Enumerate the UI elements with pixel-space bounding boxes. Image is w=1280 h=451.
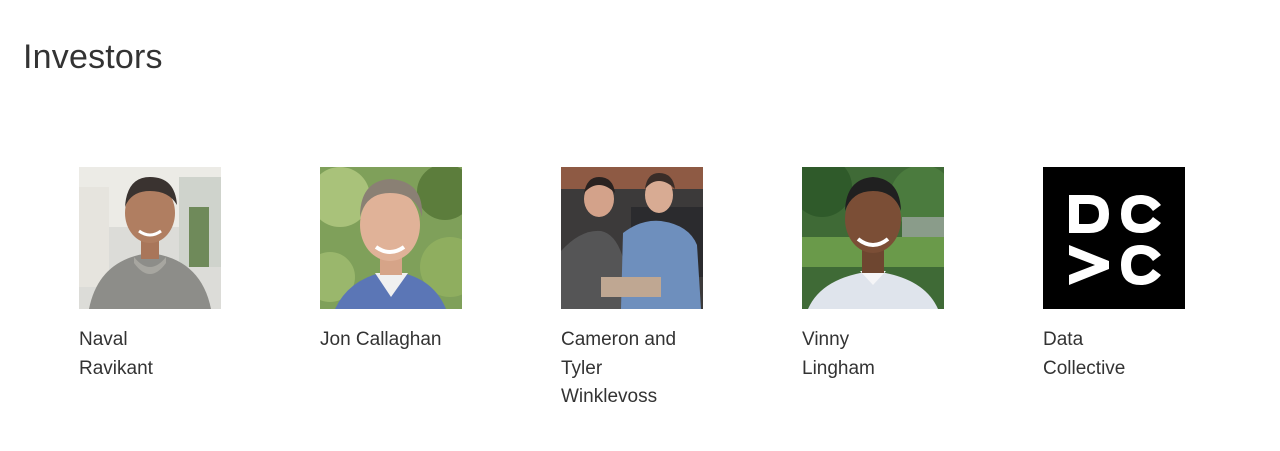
investor-photo-winklevoss[interactable] xyxy=(561,167,703,309)
investor-photo-vinny-lingham[interactable] xyxy=(802,167,944,309)
investor-name[interactable]: Data Collective xyxy=(1043,326,1185,383)
investor-name[interactable]: Vinny Lingham xyxy=(802,326,944,383)
dcvc-logo[interactable] xyxy=(1043,167,1185,309)
investor-name[interactable]: Naval Ravikant xyxy=(79,326,221,383)
investor-card-data-collective[interactable]: Data Collective xyxy=(1043,167,1185,383)
investor-card-jon-callaghan[interactable]: Jon Callaghan xyxy=(320,167,462,355)
investor-name[interactable]: Cameron and Tyler Winklevoss xyxy=(561,326,703,412)
investors-section: Investors Naval Ravikant Jon Callaghan C… xyxy=(0,0,1280,451)
investor-name[interactable]: Jon Callaghan xyxy=(320,326,462,355)
investor-photo-naval-ravikant[interactable] xyxy=(79,167,221,309)
investor-card-naval-ravikant[interactable]: Naval Ravikant xyxy=(79,167,221,383)
investor-card-vinny-lingham[interactable]: Vinny Lingham xyxy=(802,167,944,383)
investor-photo-jon-callaghan[interactable] xyxy=(320,167,462,309)
investor-card-winklevoss[interactable]: Cameron and Tyler Winklevoss xyxy=(561,167,703,412)
section-title: Investors xyxy=(23,38,163,76)
